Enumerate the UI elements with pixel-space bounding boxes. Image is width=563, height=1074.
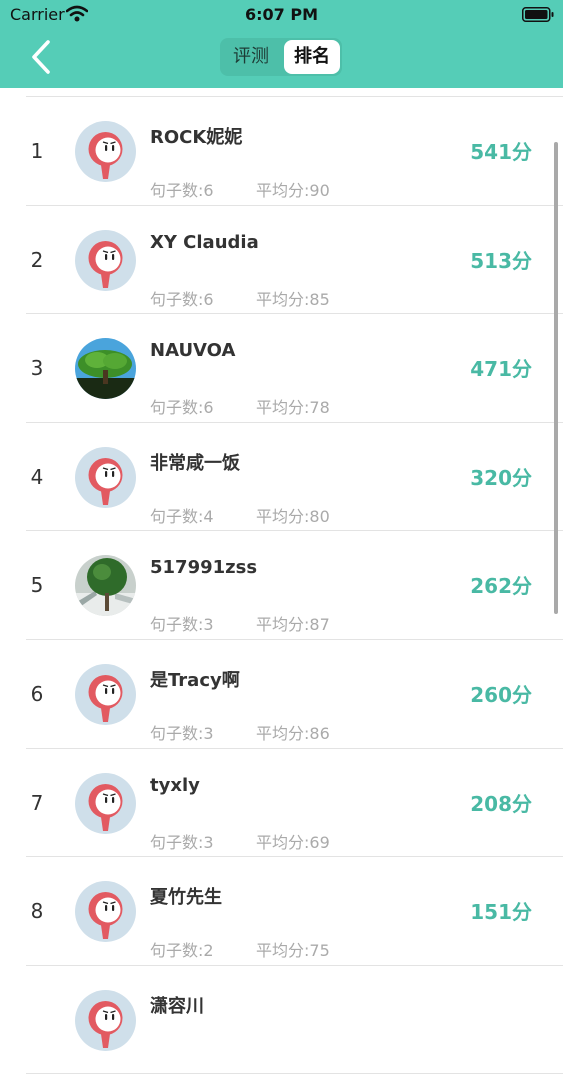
rank-number: 2 [30, 247, 44, 272]
battery-icon [522, 7, 554, 22]
average-score: 平均分:90 [256, 181, 330, 200]
total-score: 320分 [470, 465, 532, 490]
status-bar: Carrier 6:07 PM [0, 0, 563, 30]
ranking-row[interactable]: 潇容川 [26, 966, 563, 1074]
robot-avatar-icon [75, 772, 136, 834]
clock: 6:07 PM [244, 5, 318, 24]
total-score: 260分 [470, 682, 532, 707]
user-name: NAUVOA [150, 340, 236, 362]
ranking-row[interactable]: 4 非常咸一饭 句子数:4 平均分:80 320分 [26, 423, 563, 532]
total-score: 208分 [470, 791, 532, 816]
user-name: 夏竹先生 [150, 887, 222, 909]
rank-number: 7 [30, 790, 44, 815]
average-score: 平均分:85 [256, 289, 330, 309]
back-button[interactable] [26, 38, 62, 78]
avatar [75, 989, 136, 1051]
ranking-row[interactable]: 5 517991zss 句子数:3 平均分:87 262分 [26, 531, 563, 640]
total-score: 151分 [470, 900, 532, 925]
avatar [75, 338, 136, 400]
user-name: 非常咸一饭 [150, 452, 240, 474]
tree-avatar-icon [75, 338, 136, 400]
user-name: 潇容川 [150, 995, 204, 1017]
sentence-count: 句子数:6 [150, 398, 214, 418]
user-name: 是Tracy啊 [150, 669, 240, 691]
avatar [75, 772, 136, 834]
sentence-count: 句子数:3 [150, 723, 214, 743]
robot-avatar-icon [75, 989, 136, 1051]
avatar [75, 663, 136, 725]
total-score: 262分 [470, 574, 532, 599]
robot-avatar-icon [75, 663, 136, 725]
segmented-control: 评测 排名 [220, 38, 342, 76]
avatar [75, 446, 136, 508]
user-name: XY Claudia [150, 231, 259, 253]
robot-avatar-icon [75, 881, 136, 943]
sentence-count: 句子数:6 [150, 289, 214, 309]
average-score: 平均分:75 [256, 941, 330, 961]
sentence-count: 句子数:3 [150, 832, 214, 852]
sentence-count: 句子数:4 [150, 506, 214, 526]
tab-evaluation[interactable]: 评测 [222, 38, 280, 76]
rank-number: 5 [30, 573, 44, 598]
scrollbar[interactable] [554, 142, 558, 614]
rank-number: 1 [30, 139, 44, 163]
ranking-row[interactable]: 8 夏竹先生 句子数:2 平均分:75 151分 [26, 857, 563, 966]
ranking-list: 1 ROCK妮妮 句子数:6 平均分:90 541分 2 XY Claudia … [26, 97, 563, 1074]
rank-number: 3 [30, 356, 44, 381]
average-score: 平均分:80 [256, 506, 330, 526]
ranking-row[interactable]: 3 NAUVOA 句子数:6 平均分:78 471分 [26, 314, 563, 423]
average-score: 平均分:69 [256, 832, 330, 852]
nav-header: Carrier 6:07 PM 评测 排名 [0, 0, 563, 88]
total-score: 471分 [470, 357, 532, 382]
tab-ranking[interactable]: 排名 [284, 40, 340, 74]
total-score: 541分 [470, 140, 532, 164]
ranking-row[interactable]: 2 XY Claudia 句子数:6 平均分:85 513分 [26, 206, 563, 315]
rank-number [26, 966, 48, 1074]
rank-number: 6 [30, 681, 44, 706]
avatar [75, 121, 136, 182]
total-score: 513分 [470, 248, 532, 273]
robot-avatar-icon [75, 229, 136, 291]
sentence-count: 句子数:2 [150, 941, 214, 961]
sentence-count: 句子数:6 [150, 181, 214, 200]
ranking-row[interactable]: 6 是Tracy啊 句子数:3 平均分:86 260分 [26, 640, 563, 749]
avatar [75, 555, 136, 617]
user-name: 517991zss [150, 557, 258, 579]
user-name: tyxly [150, 774, 200, 796]
topiary-avatar-icon [75, 555, 136, 617]
rank-number: 4 [30, 464, 44, 489]
rank-number: 8 [30, 899, 44, 924]
avatar [75, 881, 136, 943]
robot-avatar-icon [75, 121, 136, 182]
robot-avatar-icon [75, 446, 136, 508]
sentence-count: 句子数:3 [150, 615, 214, 635]
average-score: 平均分:86 [256, 723, 330, 743]
user-name: ROCK妮妮 [150, 127, 243, 148]
ranking-row[interactable]: 1 ROCK妮妮 句子数:6 平均分:90 541分 [26, 97, 563, 206]
ranking-row[interactable]: 7 tyxly 句子数:3 平均分:69 208分 [26, 749, 563, 858]
average-score: 平均分:87 [256, 615, 330, 635]
average-score: 平均分:78 [256, 398, 330, 418]
avatar [75, 229, 136, 291]
